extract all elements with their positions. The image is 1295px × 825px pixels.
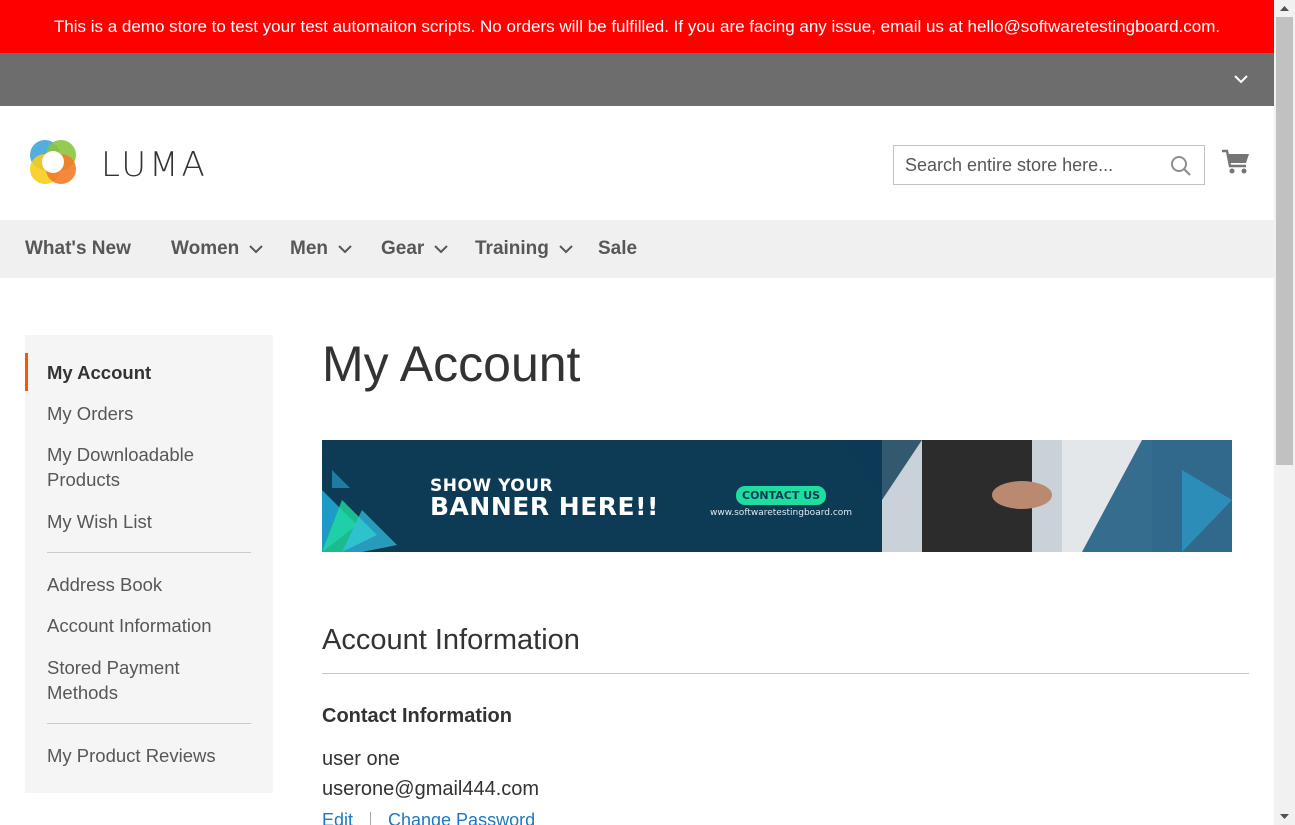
sidebar-item-my-account: My Account	[47, 362, 152, 383]
sidebar-divider	[47, 552, 251, 553]
chevron-down-icon	[338, 220, 352, 278]
sidebar-item-my-downloadable-products[interactable]: My Downloadable Products	[47, 442, 217, 492]
account-sidebar: My Account My Orders My Downloadable Pro…	[25, 335, 273, 793]
chevron-down-icon	[249, 220, 263, 278]
nav-item-label: Men	[290, 238, 328, 259]
main-navigation: What's New Women Men Gear Training Sale	[0, 220, 1274, 278]
active-indicator	[25, 353, 28, 391]
chevron-down-icon	[434, 220, 449, 278]
sidebar-item-my-wish-list[interactable]: My Wish List	[47, 509, 257, 534]
demo-notice-text: This is a demo store to test your test a…	[53, 17, 1221, 36]
change-password-link[interactable]: Change Password	[388, 810, 535, 825]
banner-url: www.softwaretestingboard.com	[710, 508, 853, 518]
sidebar-item-stored-payment-methods[interactable]: Stored Payment Methods	[47, 655, 197, 705]
edit-link[interactable]: Edit	[322, 810, 353, 825]
banner-heading-line2: BANNER HERE!!	[430, 492, 659, 521]
nav-item-label: Sale	[598, 238, 638, 259]
luma-logo-icon	[25, 134, 81, 195]
nav-item-men[interactable]: Men	[290, 220, 352, 278]
chevron-down-icon	[559, 220, 573, 278]
search-input[interactable]	[894, 146, 1164, 184]
search-box	[893, 145, 1205, 185]
nav-item-sale[interactable]: Sale	[598, 220, 637, 278]
scroll-up-arrow-icon[interactable]	[1274, 0, 1295, 17]
nav-item-whats-new[interactable]: What's New	[25, 220, 131, 278]
scroll-down-arrow-icon[interactable]	[1274, 808, 1295, 825]
sidebar-item-my-orders[interactable]: My Orders	[47, 401, 257, 426]
sidebar-item-address-book[interactable]: Address Book	[47, 572, 257, 597]
nav-item-label: What's New	[25, 238, 131, 259]
nav-item-label: Training	[475, 238, 549, 259]
site-header: LUMA	[0, 106, 1274, 220]
promo-banner[interactable]: SHOW YOUR BANNER HERE!! CONTACT US www.s…	[322, 440, 1232, 552]
search-icon[interactable]	[1170, 155, 1192, 182]
sidebar-item-my-product-reviews[interactable]: My Product Reviews	[47, 743, 257, 768]
banner-contact-button[interactable]: CONTACT US	[736, 486, 827, 505]
chevron-down-icon[interactable]	[1232, 70, 1250, 88]
sidebar-divider	[47, 723, 251, 724]
logo-text: LUMA	[101, 144, 208, 185]
contact-information-title: Contact Information	[322, 705, 512, 727]
logo-link[interactable]: LUMA	[25, 134, 208, 195]
sidebar-item-account-information[interactable]: Account Information	[47, 613, 257, 638]
page-scrollbar[interactable]	[1274, 0, 1295, 825]
contact-name: user one	[322, 748, 400, 770]
demo-notice-banner: This is a demo store to test your test a…	[0, 0, 1274, 53]
scrollbar-thumb[interactable]	[1276, 17, 1293, 465]
page-title: My Account	[322, 336, 581, 392]
cart-icon[interactable]	[1221, 147, 1251, 182]
link-separator	[370, 812, 371, 825]
nav-item-label: Women	[171, 238, 240, 259]
nav-item-gear[interactable]: Gear	[381, 220, 449, 278]
nav-item-training[interactable]: Training	[475, 220, 573, 278]
nav-item-label: Gear	[381, 238, 425, 259]
account-information-title: Account Information	[322, 624, 580, 656]
contact-email: userone@gmail444.com	[322, 778, 540, 800]
section-divider	[322, 673, 1249, 674]
nav-item-women[interactable]: Women	[171, 220, 263, 278]
header-panel	[0, 53, 1274, 106]
